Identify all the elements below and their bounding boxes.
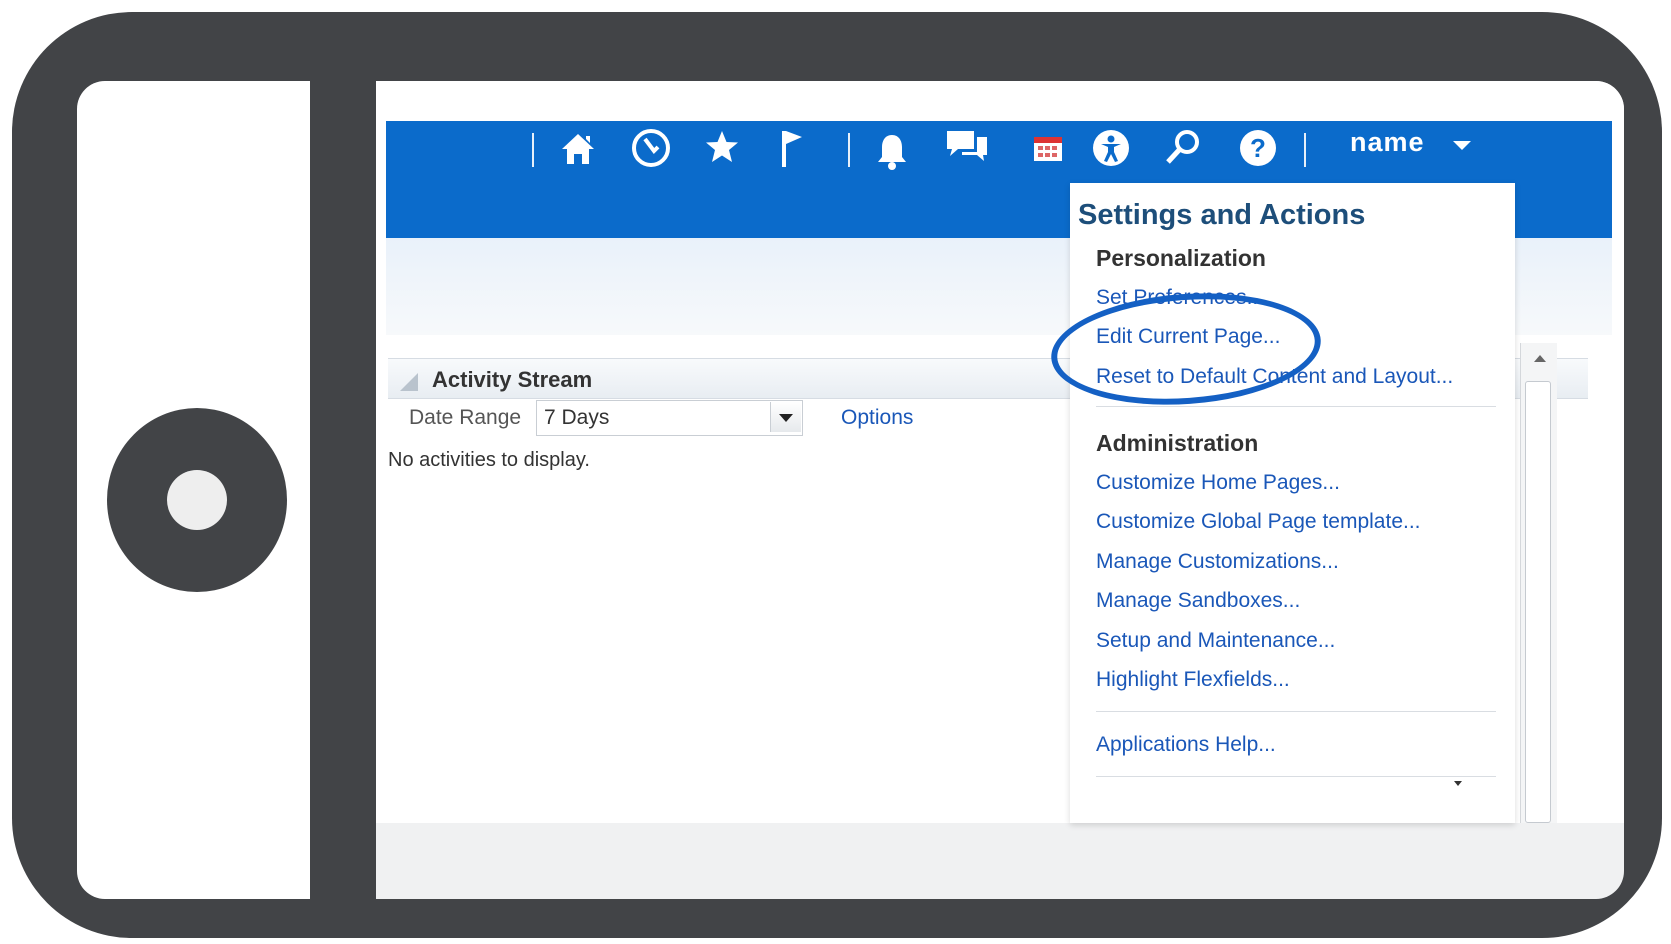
tablet-screen: ? name Activity Stream Date Range 7 Days… [376, 81, 1624, 899]
activity-stream-title: Activity Stream [432, 367, 593, 392]
tablet-home-button[interactable] [107, 408, 287, 592]
menu-title: Settings and Actions [1078, 199, 1366, 231]
notifications-icon[interactable] [875, 131, 909, 179]
menu-divider [1096, 776, 1496, 777]
date-range-value: 7 Days [544, 406, 610, 429]
watchlist-icon[interactable] [776, 127, 806, 177]
scrollbar-thumb[interactable] [1525, 381, 1551, 823]
messages-icon[interactable] [944, 127, 990, 175]
header-separator [848, 133, 850, 167]
date-range-select[interactable]: 7 Days [536, 400, 803, 436]
menu-item-manage-customizations[interactable]: Manage Customizations... [1096, 550, 1339, 574]
favorites-icon[interactable] [702, 127, 742, 175]
header-separator [1304, 133, 1306, 167]
chevron-down-icon [779, 414, 793, 422]
settings-and-actions-menu: Settings and Actions Personalization Set… [1070, 183, 1515, 823]
home-icon[interactable] [558, 129, 598, 177]
menu-section-personalization: Personalization [1096, 245, 1266, 271]
menu-item-highlight-flexfields[interactable]: Highlight Flexfields... [1096, 668, 1290, 692]
date-range-label: Date Range [409, 406, 522, 429]
menu-scroll-down-icon[interactable] [1454, 781, 1462, 786]
help-icon[interactable]: ? [1238, 128, 1278, 176]
menu-item-setup-and-maintenance[interactable]: Setup and Maintenance... [1096, 629, 1335, 653]
calendar-icon[interactable] [1031, 131, 1065, 173]
menu-divider [1096, 711, 1496, 712]
user-menu-name[interactable]: name [1350, 127, 1425, 158]
header-separator [532, 133, 534, 167]
menu-divider [1096, 406, 1496, 407]
home-button-dot [167, 470, 227, 530]
recent-icon[interactable] [630, 127, 672, 177]
menu-item-manage-sandboxes[interactable]: Manage Sandboxes... [1096, 589, 1300, 613]
svg-text:?: ? [1250, 133, 1266, 163]
empty-activities-message: No activities to display. [388, 449, 590, 471]
application-window: ? name Activity Stream Date Range 7 Days… [376, 81, 1624, 823]
menu-item-customize-home-pages[interactable]: Customize Home Pages... [1096, 471, 1340, 495]
chevron-down-icon[interactable] [1453, 141, 1471, 150]
menu-section-administration: Administration [1096, 430, 1259, 456]
accessibility-icon[interactable] [1090, 127, 1132, 177]
vertical-scrollbar[interactable] [1520, 343, 1557, 823]
collapse-toggle-icon[interactable] [400, 373, 418, 391]
menu-item-customize-global-page-template[interactable]: Customize Global Page template... [1096, 510, 1421, 534]
scroll-up-icon[interactable] [1534, 355, 1546, 362]
date-range-dropdown-button[interactable] [770, 402, 801, 432]
menu-item-applications-help[interactable]: Applications Help... [1096, 733, 1276, 757]
search-icon[interactable] [1163, 127, 1203, 175]
options-link[interactable]: Options [841, 406, 913, 430]
